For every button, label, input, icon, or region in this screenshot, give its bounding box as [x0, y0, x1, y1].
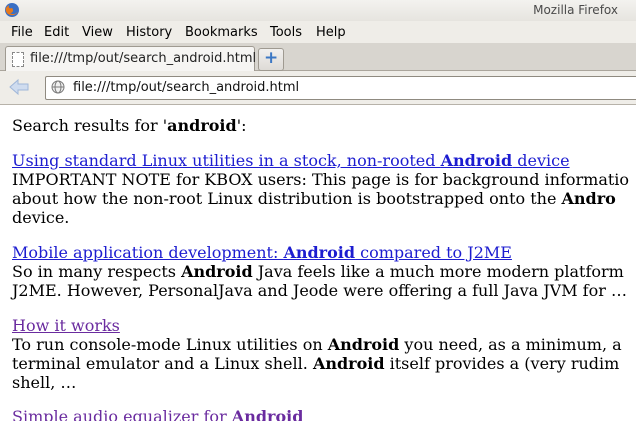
back-button[interactable] [8, 78, 33, 98]
snippet-line: about how the non-root Linux distributio… [12, 189, 636, 208]
snippet-text: So in many respects [12, 262, 182, 281]
snippet-line: To run console-mode Linux utilities on A… [12, 335, 636, 354]
search-heading: Search results for 'android': [12, 116, 247, 135]
tab-strip: file:///tmp/out/search_android.html + [0, 43, 636, 71]
link-text: Simple audio equalizer for [12, 407, 232, 421]
plus-icon: + [264, 48, 279, 68]
snippet-text: about how the non-root Linux distributio… [12, 189, 562, 208]
link-text: compared to J2ME [355, 243, 512, 262]
snippet-text: To run console-mode Linux utilities on [12, 335, 328, 354]
result-snippet: IMPORTANT NOTE for KBOX users: This page… [12, 170, 636, 227]
firefox-logo-icon [5, 3, 19, 17]
snippet-highlight: Android [312, 354, 385, 373]
navigation-toolbar: file:///tmp/out/search_android.html [0, 71, 636, 105]
heading-suffix: ': [236, 116, 247, 135]
result-link[interactable]: How it works [12, 316, 120, 335]
menu-edit[interactable]: Edit [44, 25, 69, 40]
snippet-text: Java feels like a much more modern platf… [252, 262, 624, 281]
snippet-text: itself provides a (very rudim [384, 354, 620, 373]
blank-page-icon [12, 52, 24, 67]
snippet-highlight: Andro [561, 189, 616, 208]
snippet-line: IMPORTANT NOTE for KBOX users: This page… [12, 170, 636, 189]
link-text: Mobile application development: [12, 243, 284, 262]
window-title: Mozilla Firefox [533, 3, 618, 17]
link-highlight: Android [283, 243, 356, 262]
link-highlight: Android [231, 407, 304, 421]
search-result: Mobile application development: Android … [12, 243, 636, 300]
result-link[interactable]: Mobile application development: Android … [12, 243, 512, 262]
snippet-line: So in many respects Android Java feels l… [12, 262, 636, 281]
result-snippet: To run console-mode Linux utilities on A… [12, 335, 636, 392]
result-link[interactable]: Simple audio equalizer for Android [12, 407, 303, 421]
link-highlight: Android [440, 151, 513, 170]
menu-help[interactable]: Help [316, 25, 346, 40]
snippet-line: terminal emulator and a Linux shell. And… [12, 354, 636, 373]
result-link[interactable]: Using standard Linux utilities in a stoc… [12, 151, 570, 170]
result-snippet: So in many respects Android Java feels l… [12, 262, 636, 300]
menu-view[interactable]: View [82, 25, 113, 40]
tab-label: file:///tmp/out/search_android.html [30, 51, 257, 66]
link-text: Using standard Linux utilities in a stoc… [12, 151, 441, 170]
url-text: file:///tmp/out/search_android.html [73, 80, 300, 95]
search-result: How it works To run console-mode Linux u… [12, 316, 636, 392]
menu-file[interactable]: File [11, 25, 33, 40]
link-text: How it works [12, 316, 120, 335]
back-arrow-icon [9, 78, 29, 96]
menu-bookmarks[interactable]: Bookmarks [185, 25, 258, 40]
link-text: device [512, 151, 570, 170]
menu-bar: File Edit View History Bookmarks Tools H… [0, 21, 636, 43]
new-tab-button[interactable]: + [258, 48, 284, 71]
search-result: Simple audio equalizer for Android [12, 407, 636, 421]
page-content: Search results for 'android': Using stan… [0, 105, 636, 421]
snippet-line: J2ME. However, PersonalJava and Jeode we… [12, 281, 636, 300]
search-result: Using standard Linux utilities in a stoc… [12, 151, 636, 227]
snippet-text: shell, … [12, 373, 77, 392]
menu-history[interactable]: History [126, 25, 172, 40]
query-term: android [167, 116, 237, 135]
url-bar[interactable]: file:///tmp/out/search_android.html [45, 76, 636, 100]
menu-tools[interactable]: Tools [270, 25, 302, 40]
snippet-text: terminal emulator and a Linux shell. [12, 354, 313, 373]
title-bar: Mozilla Firefox [0, 0, 636, 22]
snippet-text: device. [12, 208, 70, 227]
globe-icon [51, 80, 65, 94]
snippet-text: J2ME. However, PersonalJava and Jeode we… [12, 281, 627, 300]
tab-search-android[interactable]: file:///tmp/out/search_android.html [5, 46, 257, 71]
snippet-highlight: Android [181, 262, 253, 281]
snippet-line: shell, … [12, 373, 636, 392]
snippet-highlight: Android [327, 335, 400, 354]
heading-prefix: Search results for ' [12, 116, 168, 135]
snippet-line: device. [12, 208, 636, 227]
snippet-text: you need, as a minimum, a [399, 335, 622, 354]
snippet-text: IMPORTANT NOTE for KBOX users: This page… [12, 170, 630, 189]
